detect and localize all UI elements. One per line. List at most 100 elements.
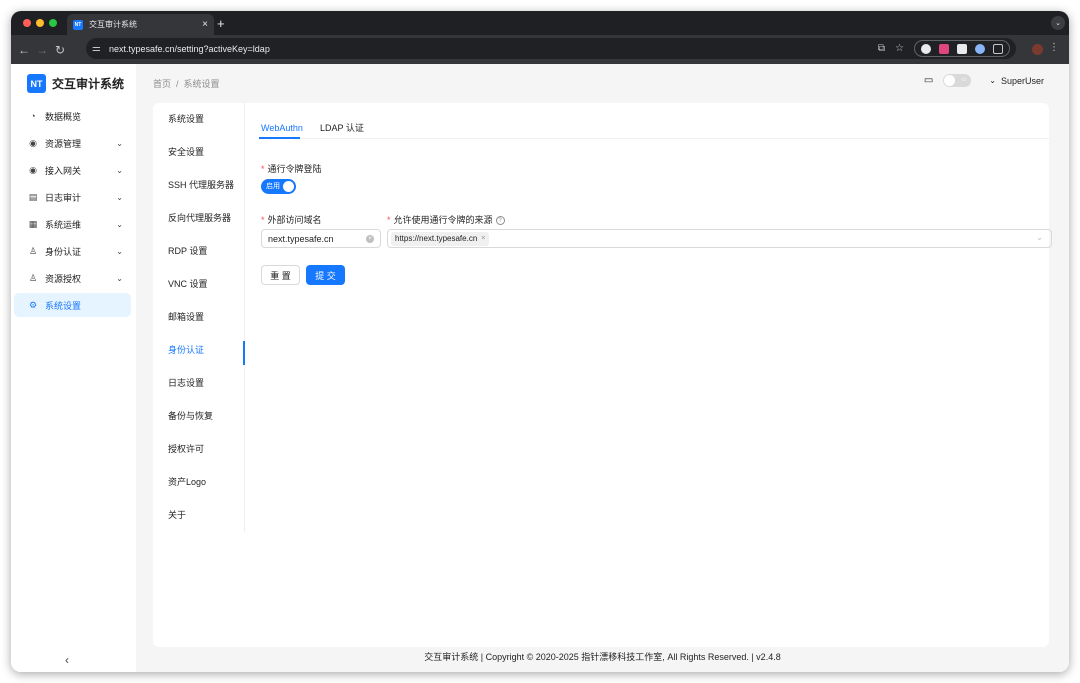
chevron-down-icon[interactable]: ⌄	[116, 139, 123, 148]
external-domain-text: 外部访问域名	[267, 215, 322, 225]
switch-knob	[283, 181, 294, 192]
dashboard-icon: ◔	[30, 111, 36, 121]
question-circle-icon[interactable]: ?	[495, 216, 505, 226]
sidebar-item[interactable]: ♙ 身份认证 ⌄	[14, 239, 131, 263]
tab-ldap[interactable]: LDAP 认证	[320, 117, 364, 138]
breadcrumb-current: 系统设置	[183, 79, 220, 89]
chevron-down-icon[interactable]: ⌄	[1036, 233, 1043, 242]
app-logo[interactable]: NT 交互审计系统	[27, 74, 124, 93]
user-icon: ♙	[28, 245, 38, 256]
sidebar-item[interactable]: ⚙ 系统设置	[14, 293, 131, 317]
address-bar[interactable]: ⚌ next.typesafe.cn/setting?activeKey=lda…	[86, 38, 1016, 59]
chevron-down-icon[interactable]: ⌄	[116, 193, 123, 202]
logo-badge: NT	[27, 74, 46, 93]
settings-nav-item[interactable]: 授权许可	[168, 436, 245, 460]
settings-nav-item[interactable]: 日志设置	[168, 370, 245, 394]
allowed-origins-label: * 允许使用通行令牌的来源?	[387, 213, 505, 226]
sidebar-item[interactable]: ◉ 接入网关 ⌄	[14, 158, 131, 182]
external-domain-value[interactable]: next.typesafe.cn	[268, 234, 366, 244]
settings-nav: 系统设置安全设置 SSH 代理服务器 反向代理服务器 RDP 设置 VNC 设置 邮箱设置…	[153, 103, 245, 532]
translate-icon[interactable]: ⧉	[878, 43, 885, 54]
submit-button[interactable]: 提 交	[306, 265, 345, 285]
theme-toggle[interactable]: ☼	[943, 74, 972, 87]
settings-nav-item[interactable]: 关于	[168, 502, 245, 526]
origin-tag: https://next.typesafe.cn ×	[391, 231, 490, 246]
site-info-icon[interactable]: ⚌	[92, 43, 101, 54]
settings-nav-item[interactable]: 邮箱设置	[168, 304, 245, 328]
settings-nav-item[interactable]: 安全设置	[168, 139, 245, 163]
sidebar-item-label: 系统运维	[45, 219, 82, 230]
settings-nav-item[interactable]: 反向代理服务器	[168, 205, 245, 229]
laptop-icon[interactable]: ▭	[924, 75, 933, 86]
maximize-window-icon[interactable]	[49, 19, 57, 27]
user-menu[interactable]: SuperUser	[1001, 76, 1044, 86]
gateway-icon: ◉	[29, 164, 37, 175]
bookmark-star-icon[interactable]: ☆	[895, 43, 904, 54]
browser-menu-icon[interactable]: ⋮	[1049, 42, 1059, 53]
extension-2-icon[interactable]	[939, 43, 949, 54]
browser-tabbar: NT 交互审计系统 × + ⌄	[11, 11, 1069, 35]
chevron-down-icon[interactable]: ⌄	[989, 76, 996, 85]
remove-tag-icon[interactable]: ×	[481, 235, 485, 242]
sidebar-menu: ◔ 数据概览 ◉ 资源管理 ⌄ ◉ 接入网关 ⌄ ▤ 日志审计 ⌄ ▦ 系统运维 ⌄ ♙ 身份认证 ⌄ ♙ 资源授权…	[14, 104, 131, 320]
sidebar-item-label: 身份认证	[45, 246, 82, 257]
extensions-puzzle-icon[interactable]	[993, 43, 1003, 54]
tab-webauthn[interactable]: WebAuthn	[261, 117, 303, 138]
collapse-sidebar-icon[interactable]: ‹	[65, 653, 69, 667]
breadcrumb-home[interactable]: 首页	[153, 79, 171, 89]
sidebar-item[interactable]: ▦ 系统运维 ⌄	[14, 212, 131, 236]
settings-nav-item[interactable]: RDP 设置	[168, 238, 245, 262]
tab-search-icon[interactable]: ⌄	[1051, 16, 1065, 30]
sidebar-item-label: 日志审计	[45, 192, 82, 203]
settings-nav-item[interactable]: 系统设置	[168, 106, 245, 130]
back-icon[interactable]: ←	[15, 43, 33, 57]
chevron-down-icon[interactable]: ⌄	[116, 166, 123, 175]
sidebar-item-label: 资源授权	[45, 273, 82, 284]
ops-icon: ▦	[28, 218, 38, 229]
origin-tag-label: https://next.typesafe.cn	[395, 234, 478, 243]
settings-panel: 系统设置安全设置 SSH 代理服务器 反向代理服务器 RDP 设置 VNC 设置 邮箱设置…	[153, 103, 1052, 647]
clear-input-icon[interactable]: ×	[366, 234, 374, 243]
switch-text: 启用	[266, 183, 280, 190]
sidebar-item[interactable]: ♙ 资源授权 ⌄	[14, 266, 131, 290]
sun-icon: ☼	[960, 76, 968, 83]
browser-tab[interactable]: NT 交互审计系统 ×	[67, 14, 214, 35]
forward-icon[interactable]: →	[33, 43, 51, 57]
sidebar-item[interactable]: ◉ 资源管理 ⌄	[14, 131, 131, 155]
sidebar-item[interactable]: ◔ 数据概览	[14, 104, 131, 128]
settings-nav-item[interactable]: 资产Logo	[168, 469, 245, 493]
logo-text: 交互审计系统	[52, 77, 125, 91]
tab-title: 交互审计系统	[89, 20, 137, 29]
auth-tabs: WebAuthn LDAP 认证	[259, 117, 1049, 139]
sidebar-item-label: 系统设置	[45, 300, 82, 311]
passkey-login-label: * 通行令牌登陆	[261, 162, 322, 175]
breadcrumb: 首页 / 系统设置	[153, 77, 220, 90]
settings-nav-item[interactable]: VNC 设置	[168, 271, 245, 295]
sidebar-item-label: 接入网关	[45, 165, 82, 176]
settings-icon: ⚙	[28, 299, 38, 310]
extension-4-icon[interactable]	[975, 43, 985, 54]
allowed-origins-select[interactable]: https://next.typesafe.cn × ⌄	[387, 229, 1052, 248]
address-url[interactable]: next.typesafe.cn/setting?activeKey=ldap	[109, 44, 868, 54]
sidebar-item[interactable]: ▤ 日志审计 ⌄	[14, 185, 131, 209]
extension-3-icon[interactable]	[957, 43, 967, 54]
settings-nav-item[interactable]: 身份认证	[168, 337, 245, 361]
extension-1-icon[interactable]	[921, 43, 931, 54]
settings-nav-item[interactable]: SSH 代理服务器	[168, 172, 245, 196]
chevron-down-icon[interactable]: ⌄	[116, 247, 123, 256]
close-window-icon[interactable]	[23, 19, 31, 27]
new-tab-icon[interactable]: +	[217, 16, 225, 31]
external-domain-input[interactable]: next.typesafe.cn ×	[261, 229, 381, 248]
tab-close-icon[interactable]: ×	[202, 19, 208, 30]
minimize-window-icon[interactable]	[36, 19, 44, 27]
passkey-login-switch[interactable]: 启用	[261, 179, 296, 194]
cloud-icon: ◉	[29, 137, 37, 148]
allowed-origins-text: 允许使用通行令牌的来源	[393, 215, 493, 225]
reset-button[interactable]: 重 置	[261, 265, 300, 285]
footer: 交互审计系统 | Copyright © 2020-2025 指针漂移科技工作室…	[424, 652, 781, 662]
settings-nav-item[interactable]: 备份与恢复	[168, 403, 245, 427]
chevron-down-icon[interactable]: ⌄	[116, 220, 123, 229]
reload-icon[interactable]: ↻	[51, 43, 69, 57]
profile-avatar-icon[interactable]	[1032, 44, 1043, 55]
chevron-down-icon[interactable]: ⌄	[116, 274, 123, 283]
